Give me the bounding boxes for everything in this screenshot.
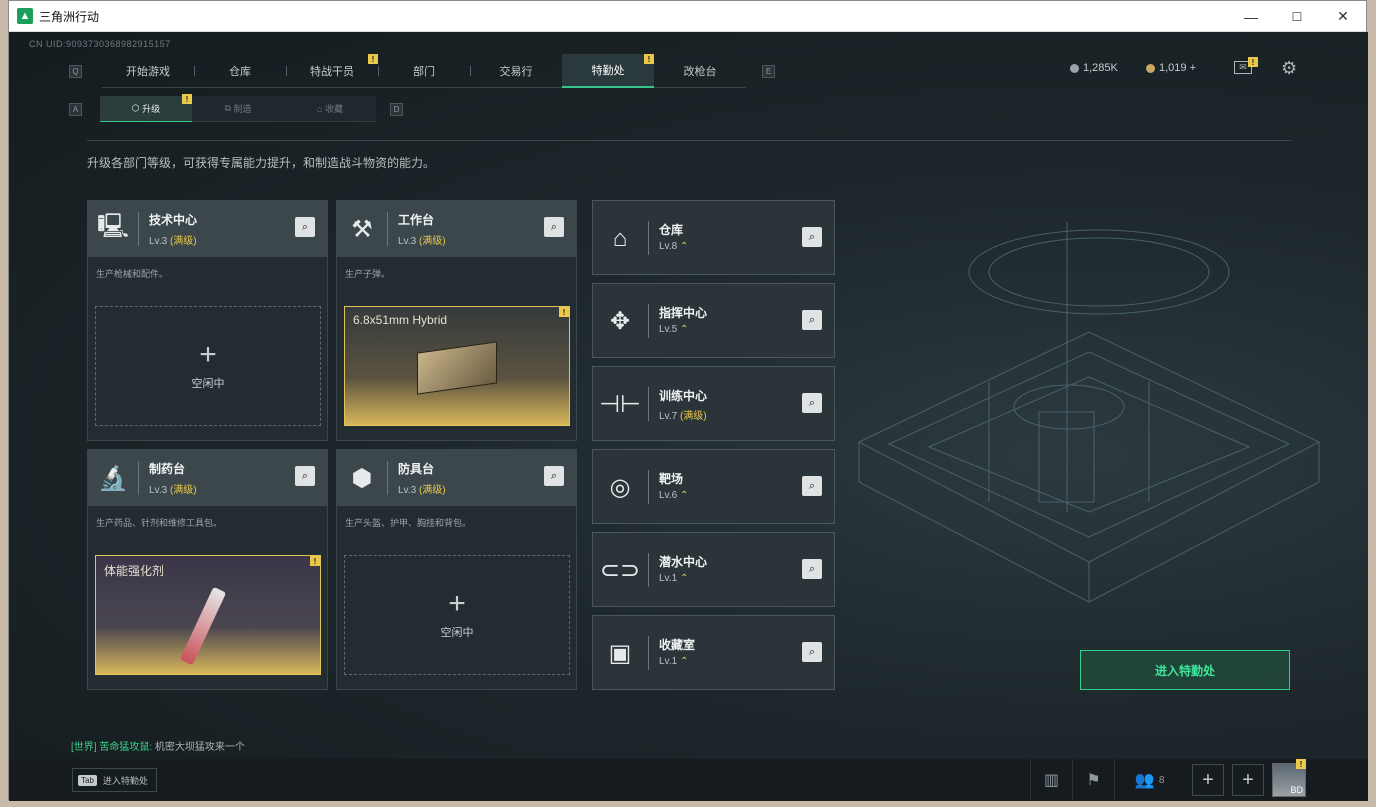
tab-operators[interactable]: 特战干员!	[286, 54, 378, 88]
upgrade-arrow-icon: ⌃	[679, 490, 689, 501]
upgrade-arrow-icon: ⌃	[679, 241, 689, 252]
maximize-button[interactable]: ☐	[1274, 1, 1320, 32]
close-button[interactable]: ✕	[1320, 1, 1366, 32]
card-description: 生产枪械和配件。	[96, 269, 169, 279]
subtab-collection[interactable]: ⌂ 收藏	[284, 96, 376, 122]
page-description: 升级各部门等级，可获得专属能力提升，和制造战斗物资的能力。	[87, 156, 436, 170]
main-nav: Q 开始游戏 仓库 特战干员! 部门 交易行 特勤处! 改枪台 E	[69, 54, 775, 88]
minimize-button[interactable]: —	[1228, 1, 1274, 32]
subnav-key-right: D	[390, 102, 403, 116]
uid-label: CN UID:9093730368982915157	[29, 39, 171, 49]
search-icon[interactable]: ⌕	[802, 227, 822, 247]
subnav-key-left: A	[69, 102, 82, 116]
vault-icon: ▣	[608, 640, 632, 667]
tab-start-game[interactable]: 开始游戏	[102, 54, 194, 88]
card-tech-center[interactable]: 🖳 技术中心 Lv.3 (满级) ⌕ 生产枪械和配件。 + 空闲中	[87, 200, 328, 441]
card-description: 生产药品、针剂和维修工具包。	[96, 518, 223, 528]
ammo-box-icon	[417, 341, 497, 395]
card-armor-bench[interactable]: ⬢ 防具台 Lv.3 (满级) ⌕ 生产头盔、护甲、胸挂和背包。 + 空闲中	[336, 449, 577, 690]
card-workbench[interactable]: ⚒ 工作台 Lv.3 (满级) ⌕ 生产子弹。 6.8x51mm Hybrid !	[336, 200, 577, 441]
friends-button[interactable]: 👥 8	[1114, 759, 1184, 801]
friends-icon: 👥	[1134, 772, 1155, 789]
crafting-item-stimulant[interactable]: 体能强化剂 !	[95, 555, 321, 675]
facility-diving-center[interactable]: ⊂⊃ 潜水中心 Lv.1 ⌃ ⌕	[592, 532, 835, 607]
tab-warehouse[interactable]: 仓库	[194, 54, 286, 88]
alert-badge: !	[1248, 57, 1258, 67]
crafting-item-ammo[interactable]: 6.8x51mm Hybrid !	[344, 306, 570, 426]
search-icon[interactable]: ⌕	[295, 466, 315, 486]
alert-badge: !	[182, 94, 192, 104]
nav-key-right: E	[762, 64, 775, 78]
facility-command-center[interactable]: ✥ 指挥中心 Lv.5 ⌃ ⌕	[592, 283, 835, 358]
alert-badge: !	[1296, 759, 1306, 769]
facility-shooting-range[interactable]: ◎ 靶场 Lv.6 ⌃ ⌕	[592, 449, 835, 524]
silver-currency: 1,285K	[1070, 62, 1118, 74]
search-icon[interactable]: ⌕	[802, 559, 822, 579]
facility-training-center[interactable]: ⊣⊢ 训练中心 Lv.7 (满级) ⌕	[592, 366, 835, 441]
target-icon: ◎	[609, 474, 631, 501]
app-logo-icon: ▲	[17, 8, 33, 24]
warehouse-icon: ⌂	[612, 224, 628, 252]
search-icon[interactable]: ⌕	[295, 217, 315, 237]
upgrade-arrow-icon: ⌃	[679, 573, 689, 584]
search-icon[interactable]: ⌕	[544, 466, 564, 486]
idle-slot[interactable]: + 空闲中	[344, 555, 570, 675]
alert-badge: !	[310, 556, 320, 566]
card-title: 制药台	[149, 462, 186, 476]
subtab-craft[interactable]: ⧉ 制造	[192, 96, 284, 122]
microscope-icon: 🔬	[98, 464, 128, 492]
silver-coin-icon	[1070, 63, 1079, 73]
enter-special-ops-button[interactable]: 进入特勤处	[1080, 650, 1290, 690]
tab-special-ops[interactable]: 特勤处!	[562, 54, 654, 88]
subtab-upgrade[interactable]: ⬡ 升级!	[100, 94, 192, 122]
computer-icon: 🖳	[96, 212, 130, 240]
chip-icon: ✥	[609, 308, 631, 335]
upgrade-arrow-icon: ⌃	[679, 324, 689, 335]
search-icon[interactable]: ⌕	[802, 642, 822, 662]
add-party-button[interactable]: +	[1192, 764, 1224, 796]
tab-departments[interactable]: 部门	[378, 54, 470, 88]
facility-collection-room[interactable]: ▣ 收藏室 Lv.1 ⌃ ⌕	[592, 615, 835, 690]
alert-badge: !	[368, 54, 378, 64]
gold-currency[interactable]: 1,019 +	[1146, 62, 1196, 74]
card-description: 生产子弹。	[345, 269, 391, 279]
search-icon[interactable]: ⌕	[802, 393, 822, 413]
card-description: 生产头盔、护甲、胸挂和背包。	[345, 518, 472, 528]
cubes-icon: ⬢	[351, 464, 373, 492]
base-schematic-illustration	[857, 222, 1321, 603]
window-title: 三角洲行动	[39, 9, 100, 24]
game-area: CN UID:9093730368982915157 Q 开始游戏 仓库 特战干…	[9, 32, 1368, 801]
tab-trading[interactable]: 交易行	[470, 54, 562, 88]
title-bar: ▲ 三角洲行动 — ☐ ✕	[9, 1, 1366, 32]
search-icon[interactable]: ⌕	[802, 310, 822, 330]
upgrade-arrow-icon: ⌃	[679, 656, 689, 667]
tools-icon: ⚒	[351, 215, 373, 243]
syringe-icon	[179, 586, 227, 666]
sub-nav: A ⬡ 升级! ⧉ 制造 ⌂ 收藏 D	[69, 94, 403, 122]
card-title: 防具台	[398, 462, 435, 476]
diving-mask-icon: ⊂⊃	[599, 557, 641, 584]
facility-warehouse[interactable]: ⌂ 仓库 Lv.8 ⌃ ⌕	[592, 200, 835, 275]
search-icon[interactable]: ⌕	[802, 476, 822, 496]
search-icon[interactable]: ⌕	[544, 217, 564, 237]
game-window: ▲ 三角洲行动 — ☐ ✕ CN UID:9093730368982915157…	[8, 0, 1368, 801]
card-title: 工作台	[398, 213, 435, 227]
bottom-bar: Tab 进入特勤处 ▥ ⚑ 👥 8 + + BD !	[9, 759, 1368, 801]
nav-key-left: Q	[69, 64, 82, 78]
flag-icon[interactable]: ⚑	[1072, 759, 1114, 801]
idle-slot[interactable]: + 空闲中	[95, 306, 321, 426]
stats-icon[interactable]: ▥	[1030, 759, 1072, 801]
add-party-button[interactable]: +	[1232, 764, 1264, 796]
card-pharmacy[interactable]: 🔬 制药台 Lv.3 (满级) ⌕ 生产药品、针剂和维修工具包。 体能强化剂 !	[87, 449, 328, 690]
tab-gunsmith[interactable]: 改枪台	[654, 54, 746, 88]
divider	[87, 140, 1292, 141]
enter-special-ops-hotkey[interactable]: Tab 进入特勤处	[72, 768, 157, 792]
dumbbell-icon: ⊣⊢	[599, 391, 641, 418]
gear-icon[interactable]: ⚙	[1281, 58, 1297, 79]
card-title: 技术中心	[149, 213, 198, 227]
alert-badge: !	[644, 54, 654, 64]
alert-badge: !	[559, 307, 569, 317]
world-chat[interactable]: [世界] 苦命猛攻鼠: 机密大坝猛攻来一个	[71, 738, 245, 753]
gold-coin-icon	[1146, 63, 1155, 73]
